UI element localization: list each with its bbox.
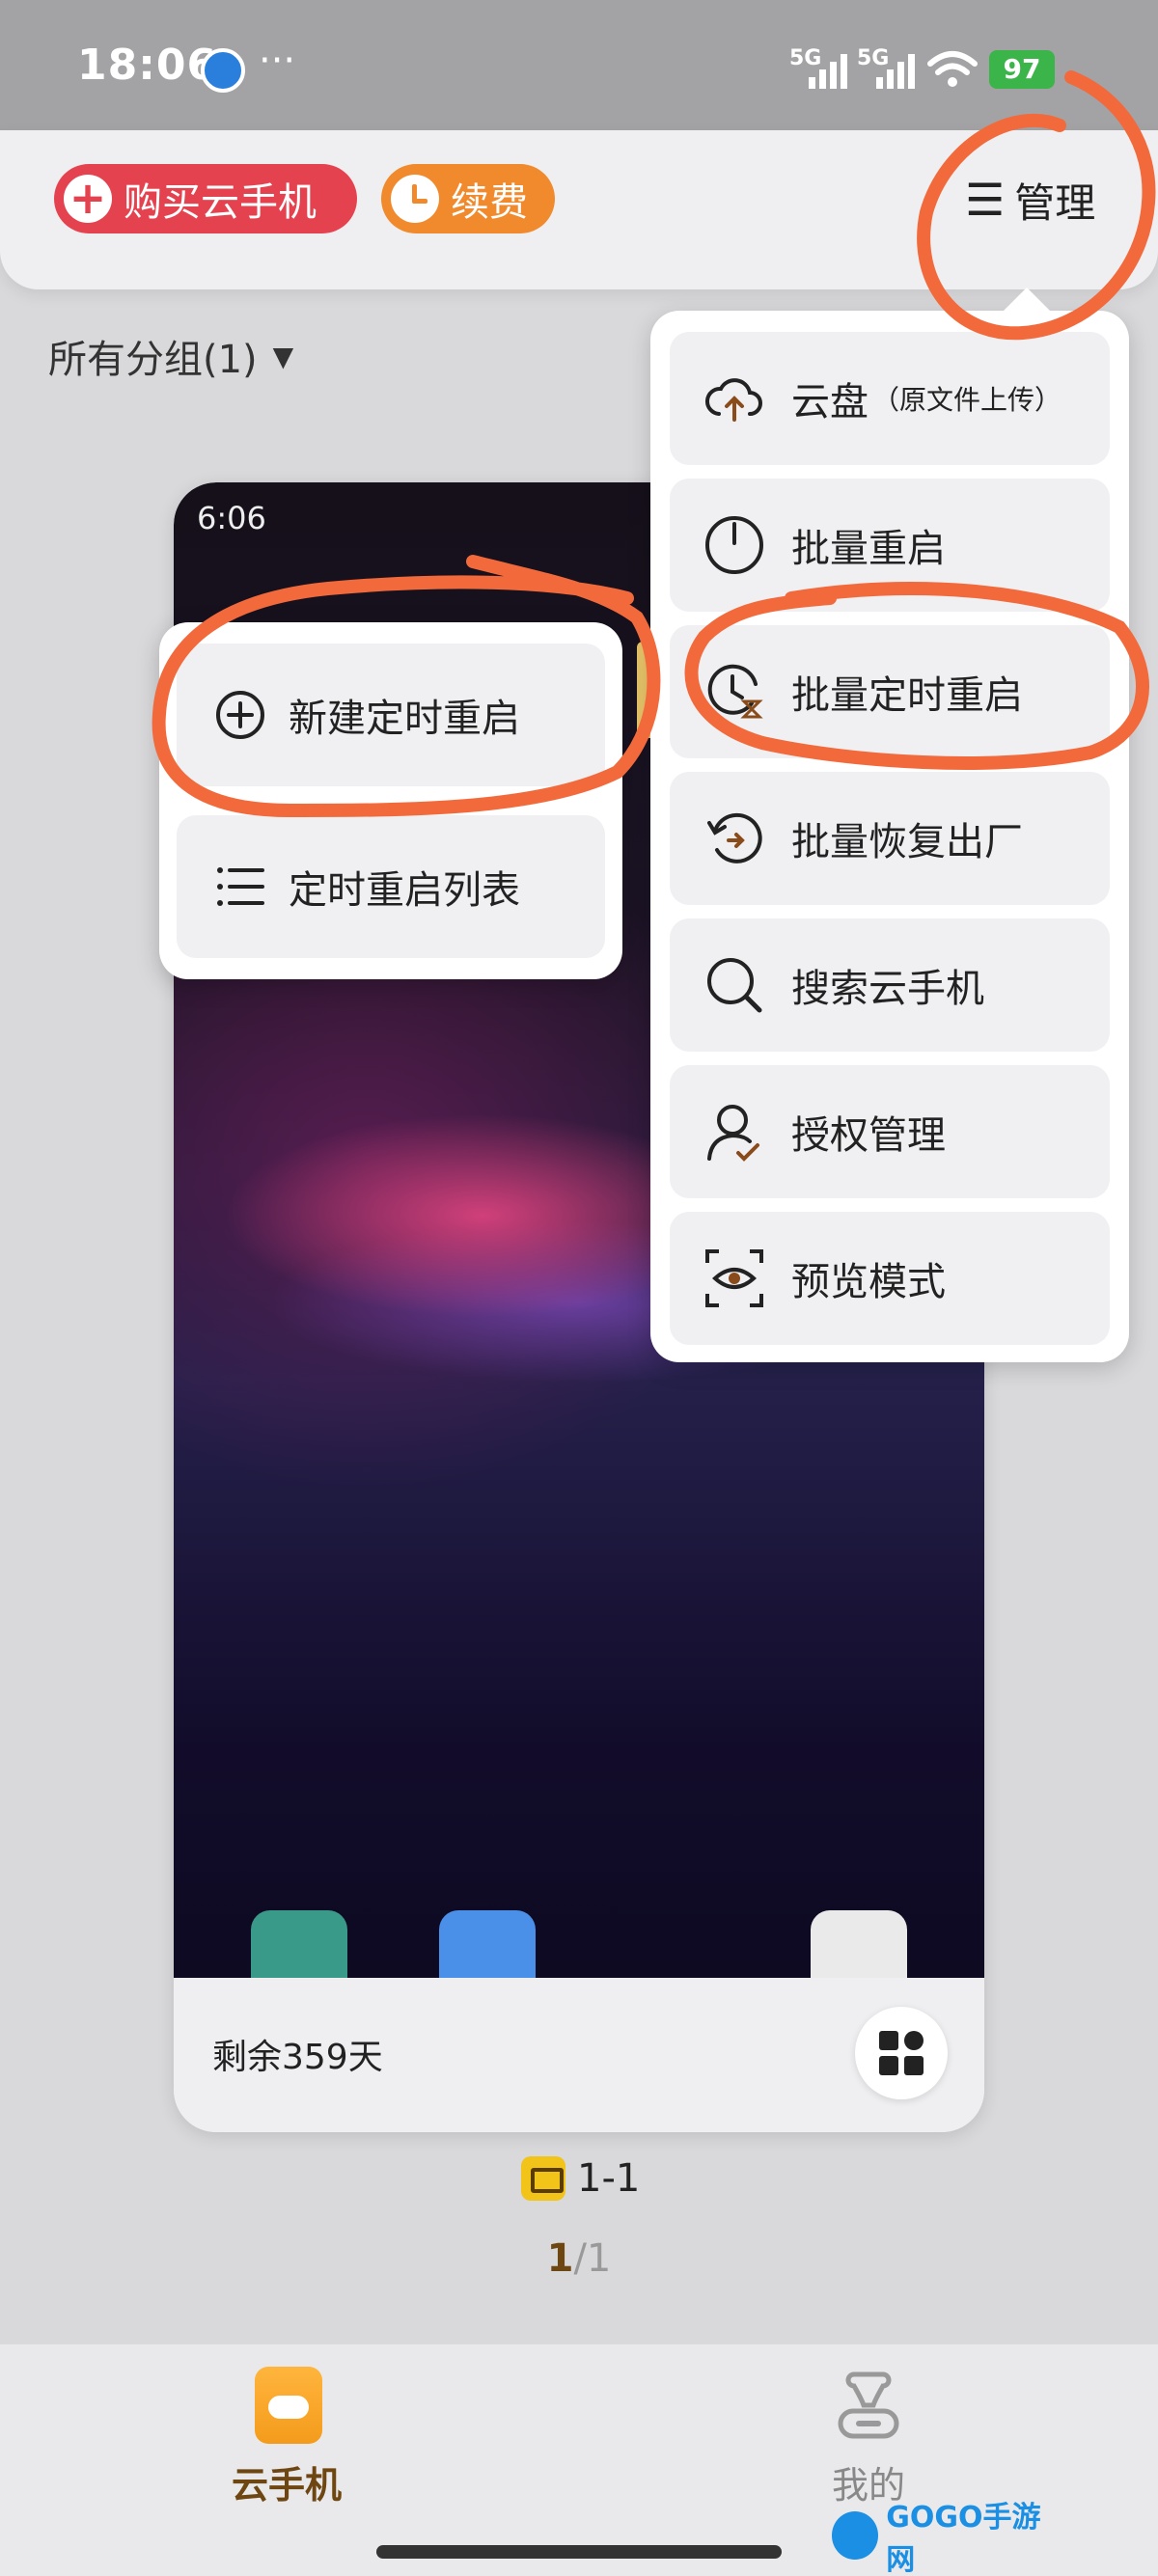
manage-button[interactable]: ☰ 管理 [965,166,1095,233]
menu-item-search-cloud-phone[interactable]: 搜索云手机 [670,918,1110,1052]
menu-item-sublabel: （原文件上传） [872,384,1062,416]
user-check-icon [701,1098,768,1165]
page-total: /1 [573,2236,612,2281]
menu-item-batch-restart[interactable]: 批量重启 [670,479,1110,612]
plus-circle-icon: + [64,175,112,223]
renew-button-label: 续费 [451,180,528,225]
remaining-days: 剩余359天 [212,2038,383,2077]
submenu-item-label: 新建定时重启 [289,697,520,741]
page-indicator: 1/1 [0,2236,1158,2281]
list-icon: ☰ [965,174,1006,226]
timer-hourglass-icon [701,658,768,726]
watermark-logo: GOGO手游网 [832,2501,1063,2576]
profile-icon[interactable] [835,2367,902,2444]
menu-item-label: 批量定时重启 [791,673,1023,718]
menu-item-label: 授权管理 [791,1113,946,1158]
app-grid-button[interactable] [855,2007,948,2099]
power-icon [701,511,768,579]
list-icon [211,858,269,916]
restore-icon [701,805,768,872]
app-grid-icon [877,2029,925,2077]
menu-item-cloud-disk[interactable]: 云盘 （原文件上传） [670,332,1110,465]
watermark-text: GOGO手游网 [886,2501,1041,2576]
phone-screen-time: 6:06 [197,500,266,536]
renew-button[interactable]: 续费 [381,164,555,233]
app-notification-icon [201,48,245,93]
menu-item-batch-scheduled-restart[interactable]: 批量定时重启 [670,625,1110,758]
chevron-down-icon: ▼ [272,340,294,372]
menu-item-batch-factory-reset[interactable]: 批量恢复出厂 [670,772,1110,905]
submenu-item-new-scheduled-restart[interactable]: 新建定时重启 [177,644,605,786]
menu-item-label: 批量恢复出厂 [791,820,1023,864]
device-tag-label: 1-1 [577,2156,641,2201]
wifi-icon [927,51,978,87]
menu-item-authorization-management[interactable]: 授权管理 [670,1065,1110,1198]
manage-dropdown-menu: 云盘 （原文件上传） 批量重启 批量定时重启 批量恢复出厂 搜索云手机 授权管理 [650,288,1129,1362]
tab-cloud-phone[interactable]: 云手机 [232,2455,342,2508]
cloud-phone-icon[interactable] [255,2367,322,2444]
menu-item-label: 云盘 [791,380,868,425]
menu-item-label: 批量重启 [791,527,946,571]
clock-icon [391,175,439,223]
menu-item-label: 预览模式 [791,1260,946,1304]
buy-cloud-phone-button[interactable]: + 购买云手机 [54,164,357,233]
watermark-icon [832,2511,879,2560]
menu-item-preview-mode[interactable]: 预览模式 [670,1212,1110,1345]
group-selector-label: 所有分组(1) [48,338,258,382]
device-tag: 1-1 [521,2156,640,2201]
cloud-upload-icon [701,365,768,432]
menu-item-label: 搜索云手机 [791,967,984,1011]
signal-icon-2 [876,50,915,89]
manage-button-label: 管理 [1014,178,1096,227]
more-notifications-icon: ··· [259,39,296,83]
buy-button-label: 购买云手机 [124,180,317,225]
plus-circle-icon [211,686,269,744]
scheduled-restart-submenu: 新建定时重启 定时重启列表 [159,622,622,979]
submenu-item-scheduled-restart-list[interactable]: 定时重启列表 [177,815,605,958]
page-current: 1 [546,2236,574,2281]
status-time: 18:06 [77,41,218,90]
search-icon [701,951,768,1019]
device-layer-icon [521,2156,565,2201]
submenu-item-label: 定时重启列表 [289,868,520,913]
battery-indicator: 97 [989,50,1055,89]
group-selector[interactable]: 所有分组(1) ▼ [48,328,293,384]
eye-scan-icon [701,1245,768,1312]
home-indicator[interactable] [376,2545,782,2559]
signal-icon-1 [809,50,847,89]
